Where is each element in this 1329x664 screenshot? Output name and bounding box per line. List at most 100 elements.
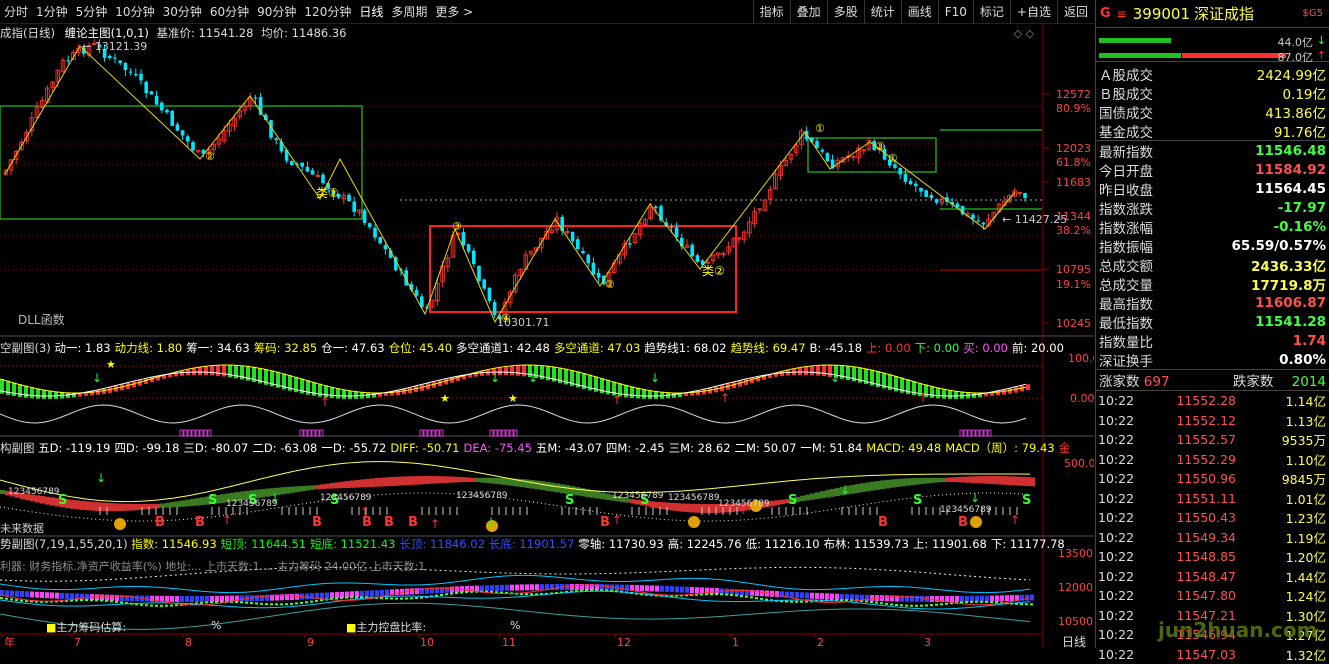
toolbar-button-2[interactable]: 多股 [827, 0, 864, 24]
bi-marker-0: ② [205, 150, 215, 163]
sub3-dots [295, 602, 298, 604]
tab-timeframe-4[interactable]: 30分钟 [159, 3, 206, 20]
menu-icon[interactable]: ≡ [1117, 7, 1127, 21]
toolbar-button-1[interactable]: 叠加 [790, 0, 827, 24]
sub3-dots [0, 597, 3, 599]
tick-volume: 1.01亿 [1236, 489, 1326, 508]
tick-row-2[interactable]: 10:2211552.579535万 [1096, 430, 1329, 450]
sub3-band [675, 586, 679, 592]
sub3-band [835, 594, 839, 600]
tab-timeframe-6[interactable]: 90分钟 [253, 3, 300, 20]
sub3-dots [1030, 603, 1033, 605]
g-icon[interactable]: G [1100, 6, 1111, 21]
sub2-count-6: 123456789 [718, 499, 770, 509]
sub3-dots [525, 593, 528, 595]
sub1-hist-4 [984, 430, 987, 436]
toolbar-button-6[interactable]: 标记 [973, 0, 1010, 24]
sub2-ribbon [660, 502, 665, 509]
tick-row-5[interactable]: 10:2211551.111.01亿 [1096, 489, 1329, 509]
tick-price: 11549.34 [1166, 530, 1236, 545]
tick-row-4[interactable]: 10:2211550.969845万 [1096, 469, 1329, 489]
tab-timeframe-8[interactable]: 日线 [355, 3, 387, 20]
sub2-down-arrow-0: ↓ [96, 471, 106, 485]
sub3-dots [310, 601, 313, 603]
sub1-hist-3 [498, 430, 501, 436]
sub2-ribbon [180, 501, 185, 507]
tick-row-10[interactable]: 10:2211547.801.24亿 [1096, 586, 1329, 606]
sub3-band [380, 590, 384, 596]
candle-body-down [150, 91, 154, 94]
sub2-ribbon [415, 476, 420, 485]
tick-row-6[interactable]: 10:2211550.431.23亿 [1096, 508, 1329, 528]
sub3-dots [20, 600, 23, 602]
sub3-dots [795, 601, 798, 603]
sub2-ribbon [470, 478, 475, 482]
tab-timeframe-5[interactable]: 60分钟 [206, 3, 253, 20]
sub3-dots [870, 601, 873, 603]
candle-body-down [924, 190, 928, 197]
tick-row-3[interactable]: 10:2211552.291.10亿 [1096, 450, 1329, 470]
sub2-ribbon [770, 501, 775, 507]
sub2-coin-icon-2 [688, 516, 700, 528]
tick-row-13[interactable]: 10:2211547.031.32亿 [1096, 645, 1329, 664]
period-label[interactable]: 日线 [1062, 633, 1086, 650]
sub1-hist-1 [308, 430, 311, 436]
tab-timeframe-7[interactable]: 120分钟 [300, 3, 355, 20]
sub2-ribbon [675, 503, 680, 511]
toolbar-button-4[interactable]: 画线 [901, 0, 938, 24]
candle-body-down [930, 195, 934, 198]
sub1-ribbon-bar [42, 390, 46, 399]
sub2-ribbon [980, 476, 985, 483]
sub2-ribbon [195, 498, 200, 505]
toolbar-button-3[interactable]: 统计 [864, 0, 901, 24]
tick-volume: 1.20亿 [1236, 547, 1326, 566]
sub2-ribbon [185, 500, 190, 507]
sub2-ribbon [80, 501, 85, 510]
toolbar-button-8[interactable]: 返回 [1057, 0, 1094, 24]
indicator-value-5: 零轴: 11730.93 [578, 537, 663, 551]
tick-row-1[interactable]: 10:2211552.121.13亿 [1096, 411, 1329, 431]
sub3-band [635, 585, 639, 591]
sub1-ribbon-bar [816, 366, 820, 376]
sub1-hist-2 [440, 430, 443, 436]
sub3-band [760, 590, 764, 596]
sub2-ribbon [555, 483, 560, 492]
sub-title-name: 势副图(7,19,1,55,20,1) [0, 537, 131, 551]
tick-row-9[interactable]: 10:2211548.471.44亿 [1096, 567, 1329, 587]
tick-row-0[interactable]: 10:2211552.281.14亿 [1096, 391, 1329, 411]
sub1-hist-4 [976, 430, 979, 436]
diamond-icons[interactable]: ◇ ◇ [1014, 27, 1034, 40]
sub3-band [180, 596, 184, 602]
tab-timeframe-10[interactable]: 更多 > [431, 3, 477, 20]
tick-row-8[interactable]: 10:2211548.851.20亿 [1096, 547, 1329, 567]
sub3-dots [215, 601, 218, 603]
avg-price: 均价: 11486.36 [261, 26, 346, 40]
kline-chart-svg[interactable]: 12572120231168311344107951024580.9%61.8%… [0, 24, 1094, 648]
tick-price: 11552.29 [1166, 452, 1236, 467]
sub3-dots [95, 599, 98, 601]
toolbar-button-0[interactable]: 指标 [753, 0, 790, 24]
tab-timeframe-2[interactable]: 5分钟 [72, 3, 112, 20]
sub2-ribbon [425, 476, 430, 484]
tab-timeframe-9[interactable]: 多周期 [387, 3, 431, 20]
sub2-ribbon [85, 501, 90, 510]
quote-row-9: 最低指数11541.28 [1096, 312, 1329, 331]
candle-body-down [352, 202, 356, 212]
candle-body-down [935, 199, 939, 203]
sub2-count-5: 123456789 [668, 493, 720, 503]
chart-area[interactable]: 12572120231168311344107951024580.9%61.8%… [0, 24, 1094, 648]
sub3-dots [445, 593, 448, 595]
toolbar-button-5[interactable]: F10 [938, 0, 973, 24]
sub3-band [605, 584, 609, 590]
tick-row-7[interactable]: 10:2211549.341.19亿 [1096, 528, 1329, 548]
tab-timeframe-1[interactable]: 1分钟 [32, 3, 72, 20]
candle-body-down [144, 82, 148, 93]
sub2-ribbon [505, 478, 510, 485]
tab-timeframe-0[interactable]: 分时 [0, 3, 32, 20]
tab-timeframe-3[interactable]: 10分钟 [111, 3, 158, 20]
tick-volume: 1.44亿 [1236, 567, 1326, 586]
toolbar-button-7[interactable]: +自选 [1010, 0, 1057, 24]
sub2-ribbon [490, 478, 495, 484]
quote-label: 指数量比 [1099, 331, 1153, 351]
sub1-title: 空副图(3) 动一: 1.83动力线: 1.80筹一: 34.63筹码: 32.… [0, 340, 1068, 356]
